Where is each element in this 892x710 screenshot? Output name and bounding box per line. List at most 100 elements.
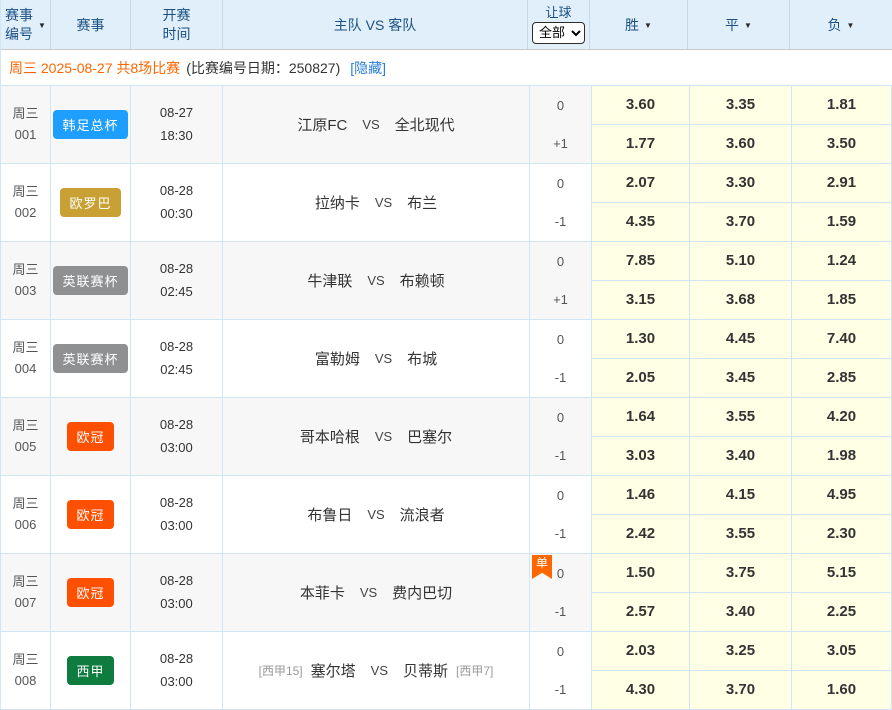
odds-win[interactable]: 7.85: [592, 242, 690, 281]
match-day: 周三: [12, 572, 38, 593]
odds-win[interactable]: 1.50: [592, 554, 690, 593]
away-rank: [西甲7]: [456, 662, 493, 679]
odds-draw[interactable]: 3.35: [690, 86, 792, 125]
hide-link[interactable]: [隐藏]: [350, 58, 386, 78]
header-teams-label: 主队 VS 客队: [334, 15, 416, 35]
odds-draw[interactable]: 3.60: [690, 125, 792, 164]
handicap-cell: 0: [530, 242, 592, 281]
handicap-cell: -1: [530, 203, 592, 242]
header-win[interactable]: 胜 ▼: [590, 0, 688, 49]
odds-lose[interactable]: 3.50: [792, 125, 892, 164]
match-no: 001: [15, 125, 37, 146]
handicap-cell: 0: [530, 164, 592, 203]
league-cell: 欧冠: [51, 554, 131, 631]
match-start-time: 03:00: [160, 437, 193, 459]
odds-win[interactable]: 1.77: [592, 125, 690, 164]
header-match-number[interactable]: 赛事 编号 ▼: [1, 0, 51, 49]
odds-draw[interactable]: 3.25: [690, 632, 792, 671]
odds-draw[interactable]: 3.70: [690, 671, 792, 710]
match-time: 08-2800:30: [131, 164, 223, 241]
odds-win[interactable]: 3.03: [592, 437, 690, 476]
odds-draw[interactable]: 3.68: [690, 281, 792, 320]
odds-block: 03.603.351.81+11.773.603.50: [530, 86, 892, 163]
odds-lose[interactable]: 7.40: [792, 320, 892, 359]
odds-lose[interactable]: 2.85: [792, 359, 892, 398]
odds-lose[interactable]: 2.91: [792, 164, 892, 203]
odds-win[interactable]: 2.03: [592, 632, 690, 671]
odds-win[interactable]: 2.57: [592, 593, 690, 632]
handicap-filter-select[interactable]: 全部: [532, 22, 585, 44]
odds-win[interactable]: 3.60: [592, 86, 690, 125]
odds-win[interactable]: 1.64: [592, 398, 690, 437]
match-time: 08-2803:00: [131, 554, 223, 631]
odds-draw[interactable]: 5.10: [690, 242, 792, 281]
odds-win[interactable]: 2.07: [592, 164, 690, 203]
odds-lose[interactable]: 2.30: [792, 515, 892, 554]
odds-win[interactable]: 1.30: [592, 320, 690, 359]
header-league: 赛事: [51, 0, 131, 49]
odds-draw[interactable]: 3.75: [690, 554, 792, 593]
header-handicap-label: 让球: [545, 5, 571, 21]
odds-draw[interactable]: 3.55: [690, 398, 792, 437]
match-number: 周三003: [1, 242, 51, 319]
header-lose[interactable]: 负 ▼: [790, 0, 892, 49]
header-handicap: 让球 全部: [528, 0, 590, 49]
odds-lose[interactable]: 4.95: [792, 476, 892, 515]
vs-label: VS: [375, 195, 392, 210]
league-badge: 英联赛杯: [53, 266, 127, 295]
odds-lose[interactable]: 5.15: [792, 554, 892, 593]
odds-win[interactable]: 4.35: [592, 203, 690, 242]
match-teams: [西甲15]塞尔塔VS贝蒂斯[西甲7]: [223, 632, 530, 709]
odds-draw[interactable]: 4.15: [690, 476, 792, 515]
odds-draw[interactable]: 3.70: [690, 203, 792, 242]
odds-win[interactable]: 1.46: [592, 476, 690, 515]
header-draw[interactable]: 平 ▼: [688, 0, 790, 49]
match-date: 08-28: [160, 492, 193, 514]
match-day: 周三: [12, 650, 38, 671]
odds-draw[interactable]: 3.45: [690, 359, 792, 398]
match-no: 008: [15, 671, 37, 692]
home-team: 布鲁日: [307, 504, 352, 525]
odds-block: 单01.503.755.15-12.573.402.25: [530, 554, 892, 631]
odds-block: 01.464.154.95-12.423.552.30: [530, 476, 892, 553]
odds-lose[interactable]: 1.81: [792, 86, 892, 125]
league-badge: 韩足总杯: [53, 110, 127, 139]
odds-lose[interactable]: 2.25: [792, 593, 892, 632]
odds-draw[interactable]: 3.40: [690, 593, 792, 632]
handicap-value: -1: [555, 448, 567, 463]
odds-lose[interactable]: 1.60: [792, 671, 892, 710]
match-start-time: 18:30: [160, 125, 193, 147]
away-team: 布城: [407, 348, 437, 369]
odds-lose[interactable]: 1.85: [792, 281, 892, 320]
odds-draw[interactable]: 3.40: [690, 437, 792, 476]
odds-draw[interactable]: 3.55: [690, 515, 792, 554]
match-date: 08-28: [160, 258, 193, 280]
match-teams: 富勒姆VS布城: [223, 320, 530, 397]
odds-lose[interactable]: 4.20: [792, 398, 892, 437]
odds-draw[interactable]: 4.45: [690, 320, 792, 359]
odds-line: 单01.503.755.15: [530, 554, 892, 593]
vs-label: VS: [367, 507, 384, 522]
odds-lose[interactable]: 3.05: [792, 632, 892, 671]
handicap-cell: -1: [530, 515, 592, 554]
odds-win[interactable]: 4.30: [592, 671, 690, 710]
odds-lose[interactable]: 1.98: [792, 437, 892, 476]
odds-draw[interactable]: 3.30: [690, 164, 792, 203]
odds-win[interactable]: 3.15: [592, 281, 690, 320]
away-team: 贝蒂斯: [403, 660, 448, 681]
match-row: 周三001韩足总杯08-2718:30江原FCVS全北现代03.603.351.…: [1, 86, 892, 164]
odds-lose[interactable]: 1.59: [792, 203, 892, 242]
odds-win[interactable]: 2.42: [592, 515, 690, 554]
odds-block: 01.643.554.20-13.033.401.98: [530, 398, 892, 475]
league-cell: 韩足总杯: [51, 86, 131, 163]
odds-win[interactable]: 2.05: [592, 359, 690, 398]
header-match-number-label: 赛事 编号: [5, 6, 33, 44]
handicap-cell: 单0: [530, 554, 592, 593]
odds-table: 赛事 编号 ▼ 赛事 开赛 时间 主队 VS 客队 让球 全部 胜 ▼: [0, 0, 892, 710]
match-date: 08-28: [160, 336, 193, 358]
away-team: 全北现代: [395, 114, 455, 135]
odds-line: -14.353.701.59: [530, 203, 892, 242]
odds-lose[interactable]: 1.24: [792, 242, 892, 281]
match-no: 006: [15, 515, 37, 536]
match-number: 周三004: [1, 320, 51, 397]
